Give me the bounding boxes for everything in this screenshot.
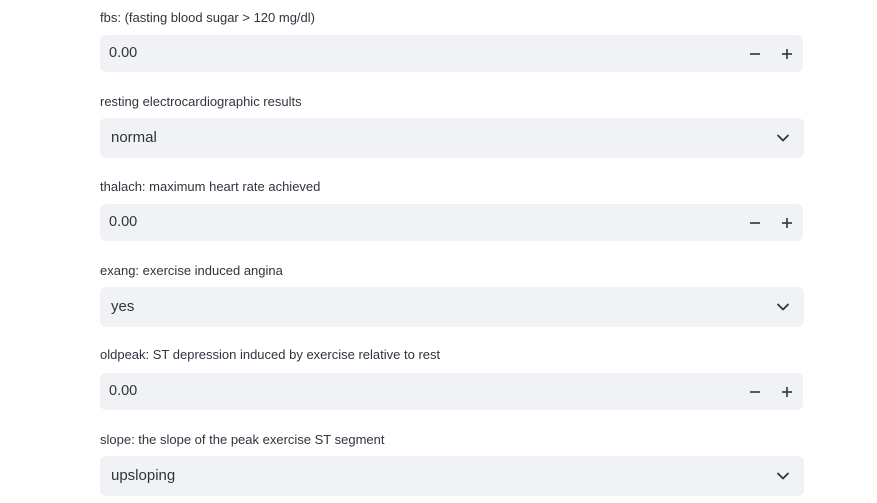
oldpeak-value[interactable]: 0.00 bbox=[109, 373, 137, 410]
slope-selected-value: upsloping bbox=[111, 467, 176, 484]
fbs-label: fbs: (fasting blood sugar > 120 mg/dl) bbox=[100, 10, 315, 25]
restecg-select[interactable]: normal bbox=[100, 118, 804, 158]
thalach-increment-button[interactable] bbox=[771, 204, 803, 241]
plus-icon bbox=[782, 386, 792, 397]
chevron-down-icon bbox=[776, 300, 790, 314]
thalach-label: thalach: maximum heart rate achieved bbox=[100, 179, 321, 194]
minus-icon bbox=[750, 221, 760, 224]
plus-icon bbox=[782, 48, 792, 59]
fbs-value[interactable]: 0.00 bbox=[109, 35, 137, 72]
minus-icon bbox=[750, 52, 760, 55]
slope-select[interactable]: upsloping bbox=[100, 456, 804, 496]
chevron-down-icon bbox=[776, 469, 790, 483]
restecg-label: resting electrocardiographic results bbox=[100, 94, 302, 109]
plus-icon bbox=[782, 217, 792, 228]
fbs-decrement-button[interactable] bbox=[739, 35, 771, 72]
minus-icon bbox=[750, 390, 760, 393]
exang-select[interactable]: yes bbox=[100, 287, 804, 327]
oldpeak-increment-button[interactable] bbox=[771, 373, 803, 410]
oldpeak-label: oldpeak: ST depression induced by exerci… bbox=[100, 347, 441, 362]
oldpeak-decrement-button[interactable] bbox=[739, 373, 771, 410]
thalach-decrement-button[interactable] bbox=[739, 204, 771, 241]
slope-label: slope: the slope of the peak exercise ST… bbox=[100, 432, 385, 447]
exang-label: exang: exercise induced angina bbox=[100, 263, 283, 278]
fbs-increment-button[interactable] bbox=[771, 35, 803, 72]
thalach-number-input[interactable]: 0.00 bbox=[100, 204, 803, 241]
chevron-down-icon bbox=[776, 131, 790, 145]
exang-selected-value: yes bbox=[111, 298, 135, 315]
restecg-selected-value: normal bbox=[111, 129, 157, 146]
fbs-number-input[interactable]: 0.00 bbox=[100, 35, 803, 72]
oldpeak-number-input[interactable]: 0.00 bbox=[100, 373, 803, 410]
thalach-value[interactable]: 0.00 bbox=[109, 204, 137, 241]
